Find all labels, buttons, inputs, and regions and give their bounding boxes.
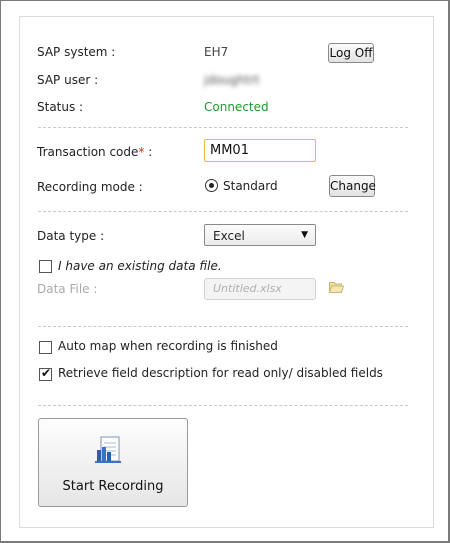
auto-map-label[interactable]: Auto map when recording is finished [58, 339, 278, 353]
separator [38, 405, 408, 406]
data-type-label: Data type : [37, 229, 105, 243]
sap-user-value: jdoughtrt [204, 73, 260, 87]
folder-open-icon [329, 282, 344, 293]
data-file-label: Data File : [37, 282, 98, 296]
recording-mode-label: Recording mode : [37, 180, 143, 194]
existing-file-label[interactable]: I have an existing data file. [58, 259, 222, 273]
transaction-code-label: Transaction code* : [37, 145, 153, 159]
separator [38, 326, 408, 327]
log-off-button[interactable]: Log Off [328, 43, 374, 63]
separator [38, 127, 408, 128]
status-label: Status : [37, 100, 84, 114]
change-button[interactable]: Change [329, 175, 376, 197]
start-recording-label: Start Recording [62, 479, 164, 494]
standard-radio[interactable] [205, 179, 218, 192]
start-recording-button[interactable]: Start Recording [38, 418, 188, 507]
standard-radio-label[interactable]: Standard [223, 179, 278, 193]
chevron-down-icon: ▼ [301, 230, 308, 240]
data-type-select[interactable]: Excel ▼ [204, 224, 316, 246]
sap-user-label: SAP user : [37, 73, 99, 87]
sap-system-value: EH7 [204, 45, 229, 59]
auto-map-checkbox[interactable] [39, 341, 52, 354]
data-type-value: Excel [213, 229, 245, 243]
separator [38, 211, 408, 212]
recording-document-icon [95, 436, 121, 463]
transaction-code-input[interactable]: MM01 [204, 139, 316, 162]
existing-file-checkbox[interactable] [39, 260, 52, 273]
retrieve-description-label[interactable]: Retrieve field description for read only… [58, 366, 383, 380]
retrieve-description-checkbox[interactable] [39, 366, 52, 381]
status-value: Connected [204, 100, 269, 114]
data-file-input: Untitled.xlsx [204, 278, 316, 300]
sap-system-label: SAP system : [37, 45, 116, 59]
